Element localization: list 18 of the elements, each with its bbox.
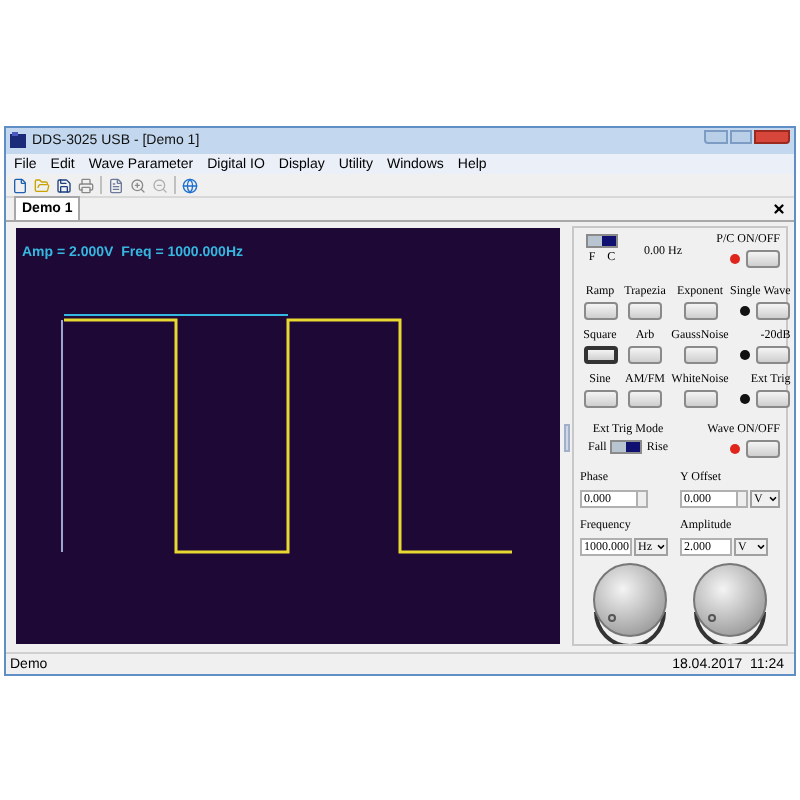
toggle-switch[interactable] (610, 440, 643, 455)
caret-icon (656, 542, 666, 553)
close-icon[interactable] (772, 202, 786, 217)
app-icon (10, 132, 26, 149)
save-icon[interactable] (56, 177, 72, 194)
toggle-switch[interactable] (586, 234, 618, 249)
globe-icon[interactable] (182, 177, 198, 194)
maximize-button[interactable] (730, 130, 752, 145)
close-button[interactable] (754, 130, 790, 145)
zoom-out-icon[interactable] (152, 177, 168, 194)
caret-icon (756, 542, 766, 553)
zoom-in-icon[interactable] (130, 177, 146, 194)
splitter-handle[interactable] (563, 423, 569, 452)
page-icon[interactable] (108, 177, 124, 194)
minimize-button[interactable] (704, 130, 728, 145)
caret-icon (768, 494, 778, 505)
document-icon[interactable] (12, 177, 28, 194)
panel-button[interactable] (583, 346, 617, 365)
